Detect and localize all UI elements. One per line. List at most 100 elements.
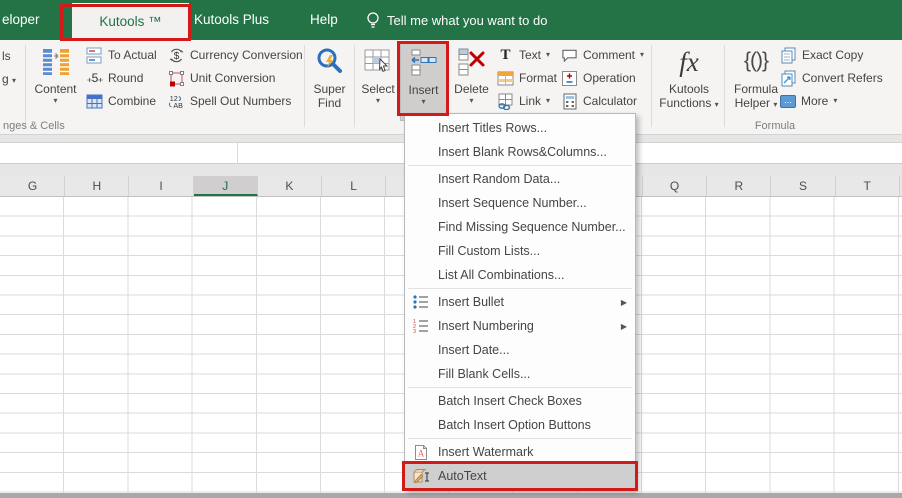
- tab-help[interactable]: Help: [310, 0, 338, 40]
- spell-out-numbers-label: Spell Out Numbers: [190, 94, 292, 108]
- convert-refers-icon: [780, 70, 797, 87]
- calculator-button[interactable]: Calculator: [561, 90, 637, 112]
- more-icon: ...: [780, 94, 796, 108]
- menu-separator: [408, 387, 632, 388]
- content-label: Content: [34, 82, 77, 96]
- menu-item-batch-insert-option-buttons[interactable]: Batch Insert Option Buttons: [405, 413, 635, 437]
- menu-item-insert-numbering[interactable]: 123 Insert Numbering ▶: [405, 314, 635, 338]
- menu-item-insert-random-data[interactable]: Insert Random Data...: [405, 167, 635, 191]
- menu-item-insert-bullet[interactable]: Insert Bullet ▶: [405, 290, 635, 314]
- spell-out-numbers-button[interactable]: 12 AB Spell Out Numbers: [168, 90, 291, 112]
- svg-text:3: 3: [413, 329, 416, 334]
- tab-developer-partial[interactable]: eloper: [2, 0, 40, 40]
- kutools-functions-button[interactable]: fx Kutools Functions ▾: [655, 42, 723, 121]
- insert-icon: [401, 43, 446, 83]
- comment-icon: [561, 47, 578, 64]
- submenu-arrow-icon: ▶: [620, 321, 627, 331]
- group-label-ranges-cells: nges & Cells: [3, 120, 65, 132]
- combine-label: Combine: [108, 94, 157, 108]
- round-icon: ₊5₊: [86, 71, 103, 85]
- column-header-l[interactable]: L: [322, 176, 387, 196]
- content-button[interactable]: Content ▾: [29, 42, 82, 121]
- menu-item-list-all-combinations[interactable]: List All Combinations...: [405, 263, 635, 287]
- convert-refers-label: Convert Refers: [802, 71, 883, 85]
- column-header-s[interactable]: S: [771, 176, 836, 196]
- menu-item-insert-watermark[interactable]: A Insert Watermark: [405, 440, 635, 464]
- cut-button-label-2[interactable]: g ▾: [2, 72, 16, 86]
- ribbon-tab-bar: eloper Kutools ™ Kutools Plus Help Tell …: [0, 0, 902, 40]
- combine-button[interactable]: Combine: [86, 90, 156, 112]
- menu-item-insert-blank-rows-columns[interactable]: Insert Blank Rows&Columns...: [405, 140, 635, 164]
- bottom-edge-strip: [0, 493, 902, 498]
- convert-refers-button[interactable]: Convert Refers: [780, 67, 883, 89]
- formula-helper-button[interactable]: {()} Formula Helper ▾: [726, 42, 786, 121]
- column-header-g[interactable]: G: [1, 176, 66, 196]
- dropdown-caret: ▾: [546, 50, 551, 59]
- operation-button[interactable]: Operation: [561, 67, 636, 89]
- svg-text:$: $: [174, 51, 180, 62]
- dropdown-caret: ▾: [375, 96, 380, 105]
- content-icon: [29, 42, 82, 82]
- dropdown-caret: ▾: [640, 50, 645, 59]
- spell-out-numbers-icon: 12 AB: [168, 93, 185, 110]
- insert-label: Insert: [408, 83, 439, 97]
- column-header-k[interactable]: K: [258, 176, 322, 196]
- menu-item-insert-date[interactable]: Insert Date...: [405, 338, 635, 362]
- format-label: Format: [519, 71, 558, 85]
- text-button[interactable]: T Text ▾: [497, 44, 550, 66]
- link-label: Link: [519, 94, 542, 108]
- to-actual-button[interactable]: To Actual: [86, 44, 157, 66]
- text-label: Text: [519, 48, 542, 62]
- exact-copy-button[interactable]: Exact Copy: [780, 44, 863, 66]
- ribbon-separator: [651, 45, 652, 127]
- cut-button-label-1[interactable]: ls: [2, 49, 11, 63]
- dropdown-caret: ▾: [53, 96, 58, 105]
- unit-conversion-icon: [168, 70, 185, 87]
- super-find-button[interactable]: Super Find: [307, 42, 352, 121]
- insert-button[interactable]: Insert ▾: [400, 42, 447, 121]
- menu-item-insert-titles-rows[interactable]: Insert Titles Rows...: [405, 116, 635, 140]
- operation-label: Operation: [583, 71, 636, 85]
- select-label: Select: [361, 82, 395, 96]
- dropdown-caret: ▾: [421, 97, 426, 106]
- more-button[interactable]: ... More ▾: [780, 90, 837, 112]
- svg-text:AB: AB: [173, 102, 183, 110]
- column-header-j-selected[interactable]: J: [193, 176, 258, 196]
- link-button[interactable]: Link ▾: [497, 90, 550, 112]
- menu-item-fill-blank-cells[interactable]: Fill Blank Cells...: [405, 362, 635, 386]
- delete-button[interactable]: Delete ▾: [449, 42, 494, 121]
- menu-item-batch-insert-check-boxes[interactable]: Batch Insert Check Boxes: [405, 389, 635, 413]
- tab-kutools-plus[interactable]: Kutools Plus: [194, 0, 269, 40]
- dropdown-caret: ▾: [12, 76, 17, 85]
- currency-conversion-button[interactable]: $ Currency Conversion: [168, 44, 303, 66]
- menu-item-insert-sequence-number[interactable]: Insert Sequence Number...: [405, 191, 635, 215]
- format-button[interactable]: Format ▾: [497, 67, 566, 89]
- round-button[interactable]: ₊5₊ Round: [86, 67, 143, 89]
- tab-kutools[interactable]: Kutools ™: [72, 3, 189, 40]
- menu-item-find-missing-sequence-number[interactable]: Find Missing Sequence Number...: [405, 215, 635, 239]
- bullet-list-icon: [411, 293, 431, 311]
- dropdown-caret: ▾: [833, 96, 838, 105]
- watermark-icon: A: [411, 443, 431, 461]
- dropdown-caret: ▾: [773, 100, 778, 109]
- tell-me-label: Tell me what you want to do: [387, 12, 548, 28]
- menu-separator: [408, 438, 632, 439]
- column-header-t[interactable]: T: [836, 176, 900, 196]
- menu-item-autotext[interactable]: AutoText: [405, 464, 635, 488]
- select-button[interactable]: Select ▾: [356, 42, 400, 121]
- to-actual-icon: [86, 47, 103, 64]
- column-header-h[interactable]: H: [65, 176, 130, 196]
- unit-conversion-button[interactable]: Unit Conversion: [168, 67, 275, 89]
- column-header-r[interactable]: R: [707, 176, 772, 196]
- column-header-q[interactable]: Q: [643, 176, 708, 196]
- numbered-list-icon: 123: [411, 317, 431, 335]
- column-header-i[interactable]: I: [129, 176, 194, 196]
- submenu-arrow-icon: ▶: [620, 297, 627, 307]
- menu-item-fill-custom-lists[interactable]: Fill Custom Lists...: [405, 239, 635, 263]
- delete-label: Delete: [454, 82, 489, 96]
- calculator-icon: [561, 93, 578, 110]
- comment-button[interactable]: Comment ▾: [561, 44, 644, 66]
- tell-me-box[interactable]: Tell me what you want to do: [366, 0, 547, 40]
- super-find-icon: [307, 42, 352, 82]
- formula-helper-label: Formula Helper ▾: [733, 82, 778, 110]
